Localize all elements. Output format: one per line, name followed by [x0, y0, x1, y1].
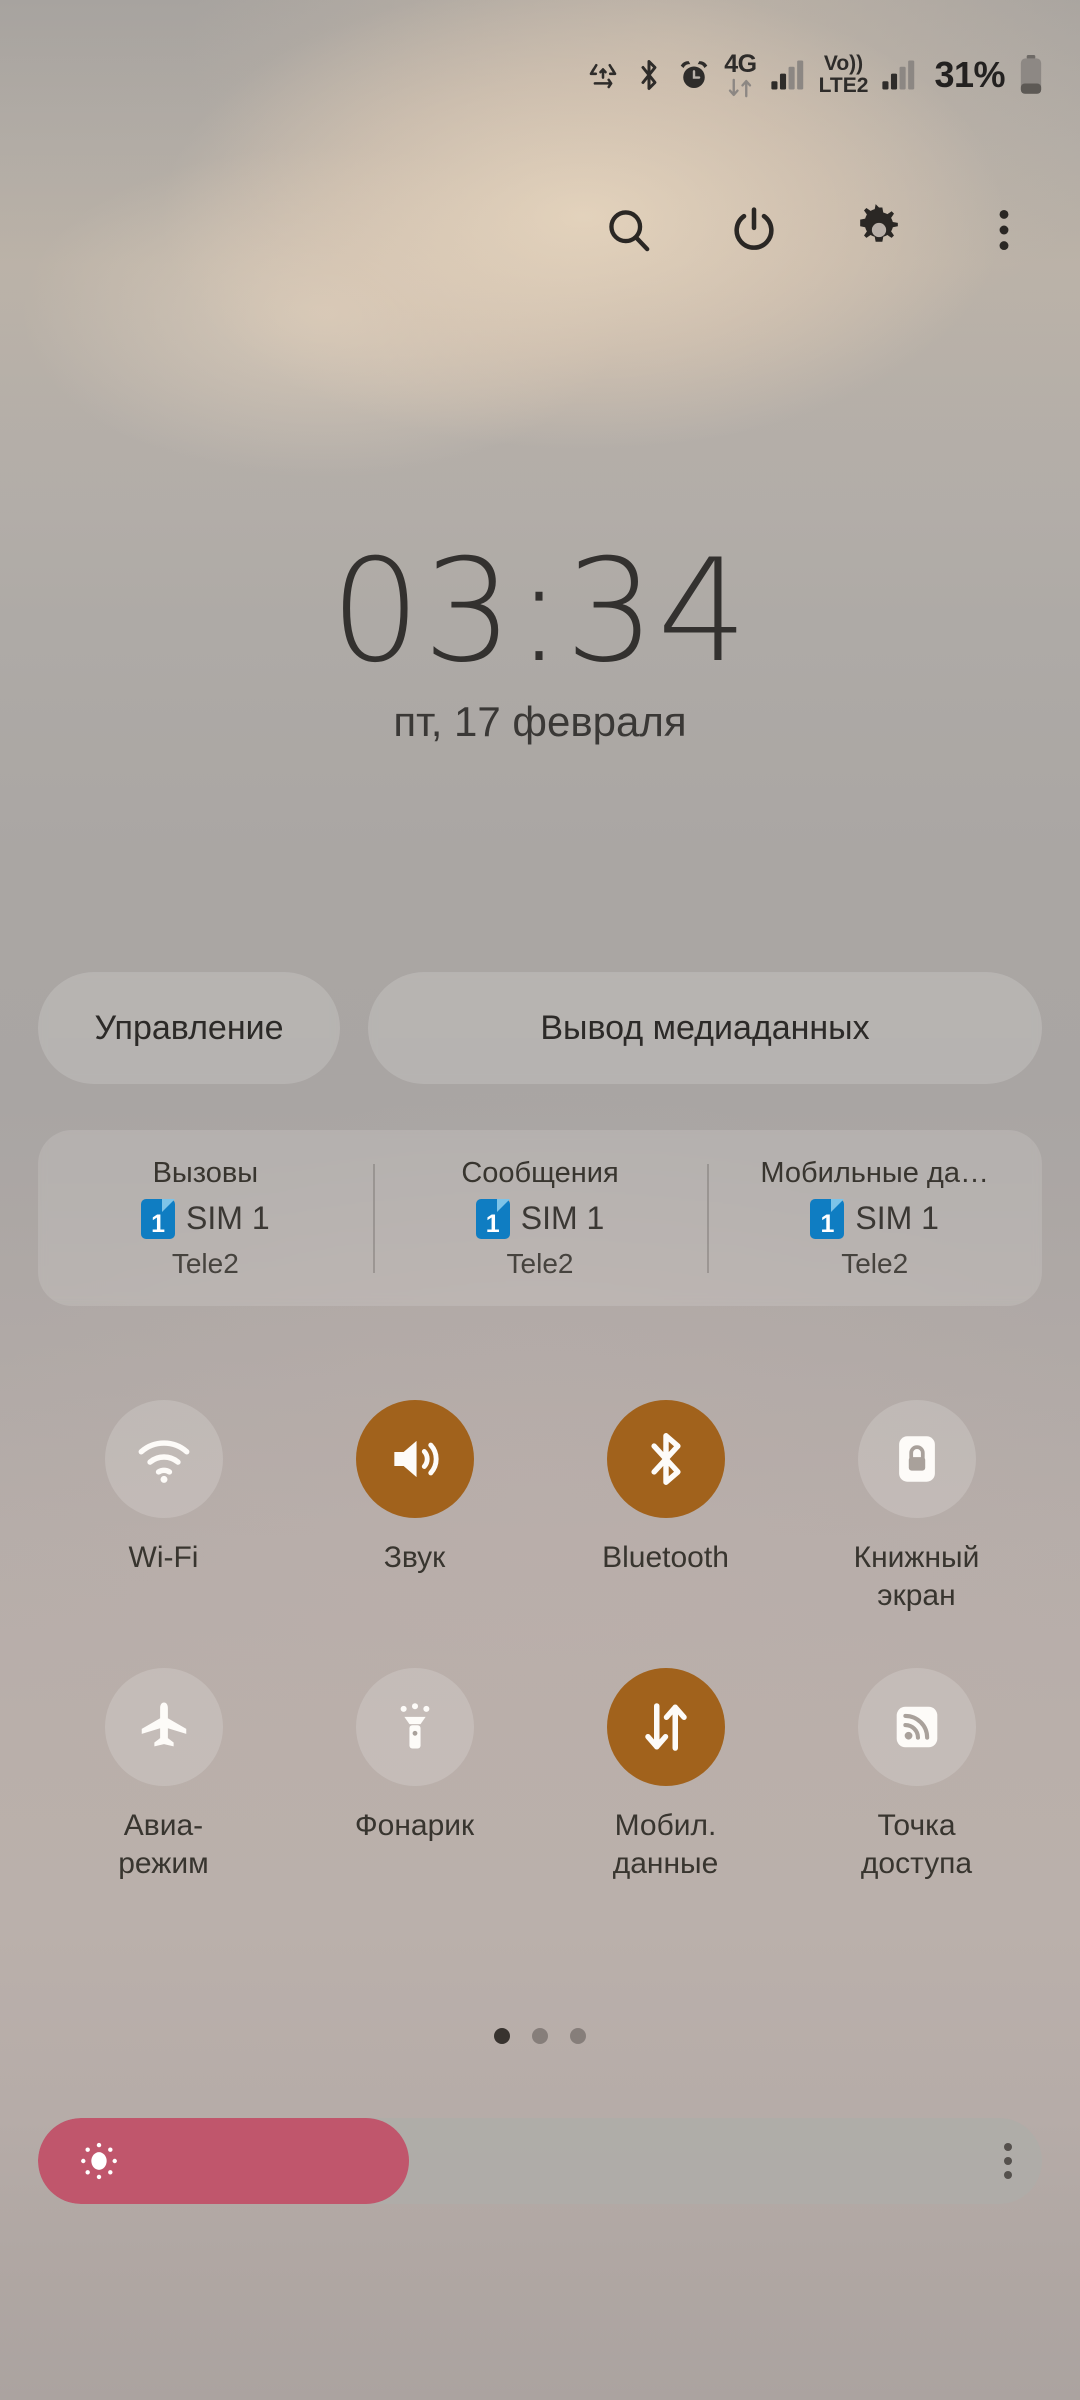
sim-card-manager-panel: Вызовы 1 SIM 1 Tele2 Сообщения 1 SIM 1 T… [38, 1130, 1042, 1306]
search-icon [603, 204, 655, 256]
toggle-sound[interactable]: Звук [289, 1400, 540, 1616]
media-output-label: Вывод медиаданных [540, 1008, 870, 1047]
toggle-bluetooth[interactable]: Bluetooth [540, 1400, 791, 1616]
sim-carrier-label: Tele2 [171, 1247, 239, 1279]
brightness-slider[interactable] [38, 2118, 1042, 2204]
volume-icon [384, 1428, 446, 1490]
sim-badge-icon: 1 [810, 1198, 845, 1239]
toggle-rotation-lock-circle [857, 1400, 976, 1518]
sim-name-label: SIM 1 [855, 1200, 939, 1236]
quick-settings-toggle-grid: Wi-Fi Звук Bluetooth Книжный экран Авиа-… [38, 1400, 1042, 1884]
toggle-wifi-circle [104, 1400, 223, 1518]
toggle-bluetooth-label: Bluetooth [602, 1541, 729, 1574]
network-type-label: 4G [724, 50, 757, 78]
sim-column-title: Мобильные да… [760, 1156, 989, 1189]
sim-column-calls[interactable]: Вызовы 1 SIM 1 Tele2 [38, 1157, 373, 1280]
page-dot-3[interactable] [570, 2028, 586, 2044]
rotation-lock-icon [888, 1430, 946, 1488]
alarm-icon [677, 58, 711, 92]
toggle-flashlight[interactable]: Фонарик [289, 1667, 540, 1884]
toggle-wifi[interactable]: Wi-Fi [38, 1400, 289, 1616]
volte-lte2-icon: Vo)) LTE2 [819, 53, 869, 97]
more-options-icon [978, 204, 1030, 256]
sim-column-mobile-data[interactable]: Мобильные да… 1 SIM 1 Tele2 [707, 1157, 1042, 1280]
toggle-sound-circle [355, 1400, 474, 1518]
sim-badge-icon: 1 [141, 1198, 176, 1239]
battery-icon [1018, 55, 1044, 95]
flashlight-icon [386, 1698, 444, 1756]
quick-action-pills: Управление Вывод медиаданных [38, 972, 1042, 1084]
sim-selection: 1 SIM 1 [141, 1198, 270, 1239]
sim-column-title: Сообщения [461, 1156, 619, 1189]
sim-selection: 1 SIM 1 [810, 1198, 939, 1239]
toggle-mobile-data-label: Мобил. данные [612, 1808, 719, 1881]
signal-bars-sim2-icon [881, 59, 917, 91]
device-control-button[interactable]: Управление [38, 972, 340, 1084]
data-saver-icon [585, 57, 621, 93]
toggle-flashlight-label: Фонарик [354, 1808, 475, 1842]
toggle-hotspot-circle [857, 1667, 976, 1786]
dot-3 [1004, 2171, 1012, 2179]
power-icon [728, 204, 780, 256]
sim-column-title: Вызовы [152, 1156, 259, 1189]
toggle-airplane-mode-label: Авиа- режим [118, 1808, 209, 1881]
toggle-airplane-mode-circle [104, 1667, 223, 1786]
brightness-sun-icon [76, 2138, 122, 2184]
clock-date: пт, 17 февраля [393, 698, 687, 746]
hotspot-icon [888, 1698, 946, 1756]
sim-name-label: SIM 1 [520, 1200, 605, 1236]
bluetooth-icon [637, 1428, 695, 1490]
network-4g-icon: 4G [724, 50, 757, 98]
power-button[interactable] [691, 185, 816, 275]
quick-settings-toolbar [0, 185, 1080, 275]
status-bar: 4G Vo)) LTE2 31% [0, 0, 1080, 150]
sim-carrier-label: Tele2 [506, 1247, 574, 1279]
airplane-icon [134, 1697, 194, 1757]
toggle-airplane-mode[interactable]: Авиа- режим [38, 1667, 289, 1884]
bluetooth-icon [634, 57, 664, 93]
toggle-hotspot-label: Точка доступа [860, 1808, 973, 1881]
toggle-mobile-data[interactable]: Мобил. данные [540, 1667, 791, 1884]
toggle-bluetooth-circle [606, 1400, 725, 1518]
dot-2 [1004, 2157, 1012, 2165]
volte-bottom-label: LTE2 [818, 74, 869, 97]
toggle-sound-label: Звук [383, 1541, 446, 1574]
sim-column-messages[interactable]: Сообщения 1 SIM 1 Tele2 [372, 1156, 708, 1280]
toggle-rotation-lock-label: Книжный экран [853, 1541, 980, 1613]
dot-1 [1004, 2143, 1012, 2151]
brightness-more-options-icon[interactable] [1004, 2143, 1012, 2179]
mobile-data-icon [636, 1697, 696, 1757]
battery-percentage-label: 31% [934, 54, 1005, 95]
gear-icon [853, 204, 905, 256]
sim-name-label: SIM 1 [186, 1200, 270, 1236]
search-button[interactable] [566, 185, 691, 275]
media-output-button[interactable]: Вывод медиаданных [368, 972, 1042, 1084]
signal-bars-sim1-icon [770, 59, 806, 91]
sim-badge-icon: 1 [475, 1198, 510, 1239]
clock-time: 03:34 [330, 529, 750, 694]
toggle-wifi-label: Wi-Fi [128, 1541, 199, 1574]
more-options-button[interactable] [941, 185, 1066, 275]
page-dot-2[interactable] [532, 2028, 548, 2044]
clock-widget[interactable]: 03:34 пт, 17 февраля [0, 535, 1080, 746]
volte-top-label: Vo)) [823, 52, 864, 76]
page-dot-1[interactable] [494, 2028, 510, 2044]
toggle-flashlight-circle [355, 1667, 474, 1786]
device-control-label: Управление [94, 1008, 284, 1047]
toggle-mobile-data-circle [606, 1667, 725, 1786]
page-indicator [0, 2028, 1080, 2044]
toggle-hotspot[interactable]: Точка доступа [791, 1667, 1042, 1884]
settings-button[interactable] [816, 185, 941, 275]
sim-carrier-label: Tele2 [841, 1247, 909, 1279]
toggle-rotation-lock[interactable]: Книжный экран [791, 1400, 1042, 1616]
wifi-icon [133, 1428, 195, 1490]
sim-selection: 1 SIM 1 [475, 1198, 605, 1239]
